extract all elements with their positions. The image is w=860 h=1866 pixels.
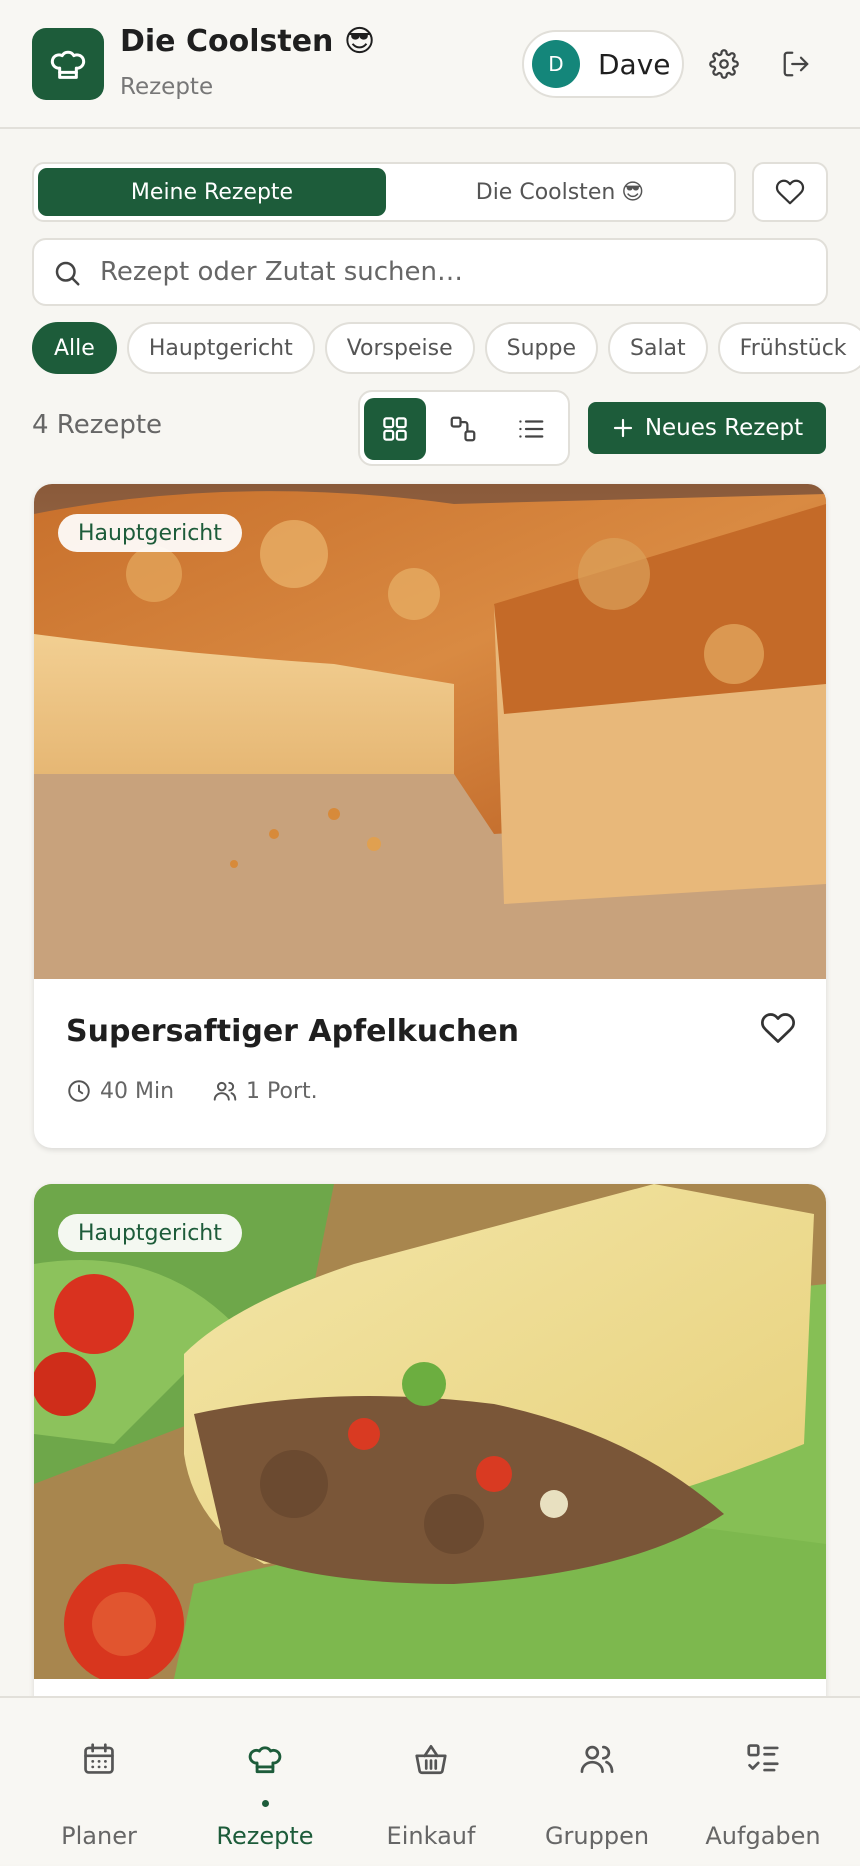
category-filter-chips: Alle Hauptgericht Vorspeise Suppe Salat Frühs… <box>32 322 860 376</box>
category-badge: Hauptgericht <box>58 514 242 552</box>
chef-hat-icon <box>248 1746 282 1774</box>
tab-group-recipes[interactable]: Die Coolsten 😎 <box>390 168 730 216</box>
active-indicator-dot <box>262 1800 269 1807</box>
nav-label: Gruppen <box>544 1822 650 1850</box>
chip-alle[interactable]: Alle <box>32 322 117 374</box>
compact-view-button[interactable] <box>432 398 494 460</box>
settings-button[interactable] <box>700 40 748 88</box>
gear-icon <box>709 49 739 79</box>
sunglasses-emoji: 😎 <box>621 179 645 205</box>
nav-rezepte[interactable]: Rezepte <box>182 1698 348 1866</box>
bottom-navigation: Planer Rezepte Einkauf Gruppen Aufgaben <box>0 1696 860 1864</box>
nav-label: Aufgaben <box>705 1822 821 1850</box>
chip-vorspeise[interactable]: Vorspeise <box>324 322 475 374</box>
recipe-portions: 1 Port. <box>246 1078 318 1104</box>
calendar-icon <box>84 1743 114 1774</box>
sunglasses-emoji: 😎 <box>343 24 376 59</box>
recipe-source-tabs: Meine Rezepte Die Coolsten 😎 <box>32 162 736 222</box>
recipe-time: 40 Min <box>100 1078 175 1104</box>
app-title: Die Coolsten 😎 <box>120 24 375 59</box>
user-name: Dave <box>598 48 671 81</box>
recipe-meta: 40 Min 1 Port. <box>66 1078 318 1104</box>
favorites-filter-button[interactable] <box>752 162 828 222</box>
nav-aufgaben[interactable]: Aufgaben <box>680 1698 846 1866</box>
nav-einkauf[interactable]: Einkauf <box>348 1698 514 1866</box>
nav-gruppen[interactable]: Gruppen <box>514 1698 680 1866</box>
search-icon <box>55 261 80 286</box>
compact-view-icon <box>450 416 476 442</box>
list-view-button[interactable] <box>500 398 562 460</box>
user-menu-button[interactable]: D Dave <box>522 30 684 98</box>
plus-icon <box>613 418 632 438</box>
new-recipe-button[interactable]: Neues Rezept <box>588 402 826 454</box>
grid-view-button[interactable] <box>364 398 426 460</box>
tab-my-recipes[interactable]: Meine Rezepte <box>38 168 386 216</box>
chef-hat-icon <box>32 28 104 100</box>
users-icon <box>213 1081 237 1101</box>
logout-icon <box>783 51 809 77</box>
heart-icon <box>761 1013 795 1043</box>
nav-label: Einkauf <box>386 1822 476 1850</box>
chip-hauptgericht[interactable]: Hauptgericht <box>126 322 315 374</box>
recipe-count: 4 Rezepte <box>32 410 163 440</box>
clock-icon <box>68 1080 90 1102</box>
grid-view-icon <box>383 417 407 441</box>
nav-label: Planer <box>61 1822 137 1850</box>
logout-button[interactable] <box>772 40 820 88</box>
app-header: Die Coolsten 😎 Rezepte D Dave <box>0 0 860 129</box>
avatar: D <box>532 40 580 88</box>
page-subtitle: Rezepte <box>120 74 214 100</box>
heart-icon <box>775 179 805 205</box>
tasks-icon <box>747 1744 779 1772</box>
view-mode-toggle <box>358 390 570 466</box>
list-view-icon <box>519 420 544 438</box>
basket-icon <box>415 1744 447 1775</box>
recipe-image-apple-cake <box>34 484 826 979</box>
app-title-text: Die Coolsten <box>120 24 334 59</box>
recipe-card[interactable]: Hauptgericht <box>34 1184 826 1784</box>
new-recipe-label: Neues Rezept <box>644 415 804 441</box>
chip-salat[interactable]: Salat <box>608 322 708 374</box>
recipe-card[interactable]: Hauptgericht Supersaftiger Apfelkuchen 4… <box>34 484 826 1148</box>
search-bar <box>32 238 828 306</box>
nav-planer[interactable]: Planer <box>16 1698 182 1866</box>
nav-label: Rezepte <box>216 1822 314 1850</box>
recipe-image-wrap <box>34 1184 826 1679</box>
search-input[interactable] <box>98 252 798 292</box>
chip-fruehstueck[interactable]: Frühstück <box>717 322 860 374</box>
favorite-button[interactable] <box>752 1002 804 1054</box>
recipe-title: Supersaftiger Apfelkuchen <box>66 1014 519 1049</box>
chip-suppe[interactable]: Suppe <box>484 322 598 374</box>
category-badge: Hauptgericht <box>58 1214 242 1252</box>
users-icon <box>580 1745 614 1774</box>
tab-group-recipes-label: Die Coolsten <box>475 179 616 205</box>
